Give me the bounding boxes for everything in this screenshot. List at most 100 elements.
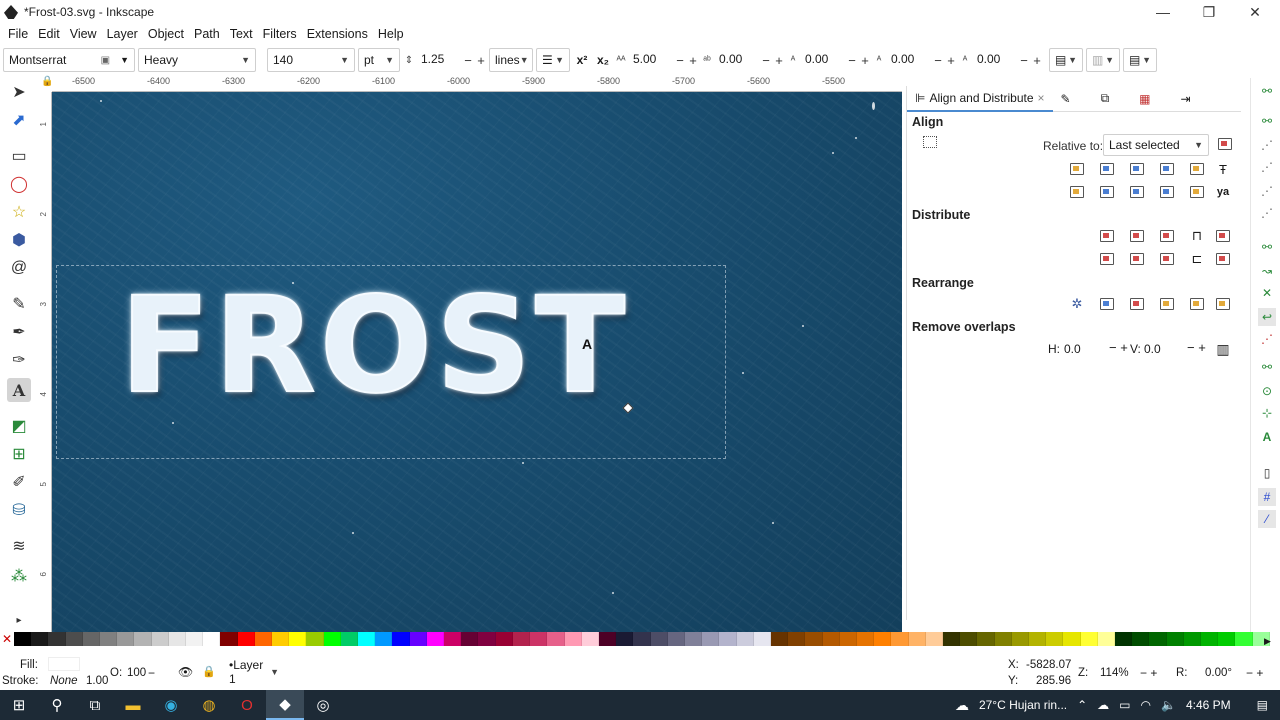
color-swatch[interactable] [134,632,152,646]
menu-help[interactable]: Help [373,27,409,41]
color-swatch[interactable] [220,632,238,646]
character-rotation-value[interactable]: 0.00 [974,49,1016,71]
align-left-edges-icon[interactable] [1097,159,1117,179]
line-height-value[interactable]: 1.25 [418,49,460,71]
color-swatch[interactable] [289,632,307,646]
color-swatch[interactable] [1201,632,1219,646]
move-selection-icon[interactable] [1215,134,1235,154]
inkscape-taskbar-icon[interactable]: ◆ [266,690,304,720]
snap-centers-icon[interactable]: ⊙ [1258,382,1276,400]
unclump-icon[interactable] [1213,294,1233,314]
decrement-icon[interactable]: − [1019,53,1029,68]
distribute-top-edges-icon[interactable] [1097,249,1117,269]
snap-page-border-icon[interactable]: ▯ [1258,464,1276,482]
horizontal-ruler[interactable]: -6500 -6400 -6300 -6200 -6100 -6000 -590… [52,74,902,92]
color-swatch[interactable] [1011,632,1029,646]
snap-bbox-corners-icon[interactable]: ⋰ [1258,158,1276,176]
snap-grids-icon[interactable]: # [1258,488,1276,506]
color-swatch[interactable] [650,632,668,646]
color-swatch[interactable] [31,632,49,646]
battery-icon[interactable]: ▭ [1119,698,1130,712]
snap-nodes-icon[interactable]: ⚯ [1258,238,1276,256]
color-swatch[interactable] [168,632,187,646]
pencil-tool-icon[interactable]: ✎ [7,292,31,316]
align-right-edge-to-left-icon[interactable] [1067,159,1087,179]
h-gap-value[interactable]: 0.0 [1064,342,1114,356]
file-explorer-icon[interactable]: ▬ [114,690,152,720]
color-swatch[interactable] [616,632,634,646]
color-swatch[interactable] [719,632,737,646]
spacing-mode-combo[interactable]: lines ▼ [489,48,533,72]
color-swatch[interactable] [1183,632,1202,646]
color-swatch[interactable] [598,632,617,646]
tab-align-distribute[interactable]: ⊫ Align and Distribute × [907,86,1053,112]
align-top-edges-icon[interactable] [1097,182,1117,202]
stroke-value[interactable]: None [50,675,78,687]
color-swatch[interactable] [942,632,961,646]
color-swatch[interactable] [340,632,359,646]
center-vertical-axis-icon[interactable] [1127,159,1147,179]
color-swatch[interactable] [908,632,926,646]
color-swatch[interactable] [306,632,324,646]
align-top-to-bottom-icon[interactable] [1187,182,1207,202]
v-gap-stepper[interactable]: − + [1187,340,1206,355]
color-swatch[interactable] [426,632,445,646]
fill-swatch[interactable] [48,657,80,671]
snap-cusp-nodes-icon[interactable]: ↩ [1258,308,1276,326]
decrement-icon[interactable]: − [847,53,857,68]
windows-start-icon[interactable]: ⊞ [0,690,38,720]
zoom-stepper[interactable]: − + [1140,666,1157,680]
snap-bbox-centers-icon[interactable]: ⋰ [1258,204,1276,222]
horizontal-kerning-value[interactable]: 0.00 [802,49,844,71]
color-swatch[interactable] [512,632,531,646]
increment-icon[interactable]: + [688,53,698,68]
color-swatch[interactable] [581,632,599,646]
alignment-button[interactable]: ☰ ▼ [536,48,570,72]
decrement-icon[interactable]: − [933,53,943,68]
color-swatch[interactable] [65,632,83,646]
distribute-centers-vertically-icon[interactable] [1127,249,1147,269]
color-swatch[interactable] [478,632,496,646]
remove-overlaps-button[interactable]: ▥ [1213,339,1233,359]
palette-menu-icon[interactable]: ▶ [1264,636,1271,647]
font-family-combo[interactable]: Montserrat ▣ ▼ [3,48,135,72]
color-swatch[interactable] [1235,632,1253,646]
rotate-value[interactable]: 0.00° [1205,667,1232,679]
color-swatch[interactable] [977,632,995,646]
color-swatch[interactable] [82,632,101,646]
color-swatch[interactable] [272,632,290,646]
distribute-centers-horizontally-icon[interactable] [1127,226,1147,246]
randomize-centers-icon[interactable] [1187,294,1207,314]
text-orientation-button[interactable]: ▥ ▼ [1086,48,1120,72]
snap-midpoints-icon[interactable]: ⚯ [1258,358,1276,376]
decrement-icon[interactable]: − [675,53,685,68]
color-swatch[interactable] [1063,632,1081,646]
text-direction-button[interactable]: ▤ ▼ [1123,48,1157,72]
3d-box-tool-icon[interactable]: ⬢ [7,228,31,252]
treat-as-group-icon[interactable] [923,136,937,148]
font-style-combo[interactable]: Heavy ▼ [138,48,256,72]
color-swatch[interactable] [254,632,273,646]
rectangle-tool-icon[interactable]: ▭ [7,144,31,168]
snap-text-baseline-icon[interactable]: A [1258,428,1276,446]
color-swatch[interactable] [203,632,221,646]
minimize-button[interactable]: — [1140,0,1186,24]
frost-text-object[interactable]: FROST [119,279,629,413]
increment-icon[interactable]: + [1032,53,1042,68]
selector-tool-icon[interactable]: ➤ [7,80,31,104]
align-baselines-icon[interactable]: ya [1213,182,1233,202]
exchange-clockwise-icon[interactable] [1157,294,1177,314]
vertical-shift-value[interactable]: 0.00 [888,49,930,71]
increment-icon[interactable]: + [860,53,870,68]
color-swatch[interactable] [1218,632,1236,646]
color-swatch[interactable] [770,632,789,646]
notifications-icon[interactable]: ▤ [1257,698,1268,712]
color-swatch[interactable] [891,632,909,646]
color-swatch[interactable] [358,632,376,646]
menu-view[interactable]: View [65,27,102,41]
rotate-stepper[interactable]: − + [1246,666,1263,680]
clock-time[interactable]: 4:46 PM [1186,698,1231,712]
tab-fill-stroke[interactable]: ✎ [1053,86,1079,112]
snap-rotation-center-icon[interactable]: ⊹ [1258,404,1276,422]
lock-icon[interactable]: 🔒 [202,665,216,678]
